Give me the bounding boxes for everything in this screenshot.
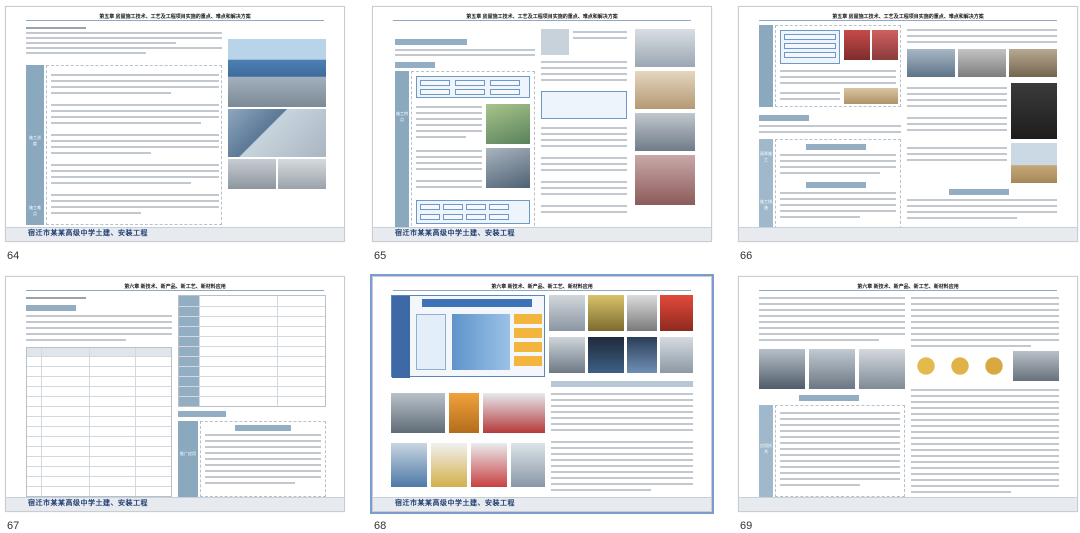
- side-label: 推广应用: [180, 451, 196, 456]
- equipment-photo: [588, 337, 624, 373]
- section-sidebar: [759, 25, 773, 107]
- pipe-sleeve-photo: [1011, 83, 1057, 139]
- section-sidebar: 施工特点: [395, 71, 409, 231]
- campus-aerial-photo: [228, 39, 326, 107]
- tower-crane-photo: [431, 443, 467, 487]
- pipe-photo: [635, 29, 695, 67]
- foundation-photo: [1011, 143, 1057, 183]
- pipe-equipment-photo: [872, 30, 898, 60]
- page-footer: [739, 227, 1077, 241]
- section-sidebar: 施工进度 施工难点: [26, 65, 44, 225]
- page-number: 68: [374, 520, 387, 532]
- gate-photo: [471, 443, 507, 487]
- page-number: 66: [740, 250, 753, 262]
- side-label: 应用技术: [760, 443, 772, 454]
- page-header: 第六章 新技术、新产品、新工艺、新材料应用: [857, 284, 959, 290]
- page-footer: [739, 497, 1077, 511]
- pipe-model-image: [486, 148, 530, 188]
- device-photo: [911, 351, 941, 381]
- footer-text: 宿迁市某某高级中学土建、安装工程: [395, 500, 515, 507]
- device-photo: [979, 351, 1009, 381]
- waterproof-photo: [907, 49, 955, 77]
- page-thumbnail-68[interactable]: 第六章 新技术、新产品、新工艺、新材料应用 宿迁市某某高级中学土建、安装工程 6…: [370, 274, 714, 532]
- technology-table: [178, 295, 326, 407]
- corridor-photo: [635, 71, 695, 109]
- page-number: 65: [374, 250, 387, 262]
- page-footer: 宿迁市某某高级中学土建、安装工程: [373, 227, 711, 241]
- site-photo: [228, 159, 276, 189]
- section-sidebar: 雨季施工 施工措施: [759, 139, 773, 229]
- construction-photo: [809, 349, 855, 389]
- equipment-photo: [627, 337, 657, 373]
- header-rule: [26, 20, 324, 21]
- bim-model-image: [486, 104, 530, 144]
- header-rule: [759, 20, 1057, 21]
- page-header: 第六章 新技术、新产品、新工艺、新材料应用: [491, 284, 593, 290]
- pipe-equipment-photo: [844, 30, 870, 60]
- page-footer: 宿迁市某某高级中学土建、安装工程: [6, 227, 344, 241]
- equipment-photo: [549, 295, 585, 331]
- header-rule: [393, 290, 691, 291]
- footer-text: 宿迁市某某高级中学土建、安装工程: [395, 230, 515, 237]
- formwork-photo: [449, 393, 479, 433]
- page-header: 第五章 房屋施工技术、工艺及工程项目实施的重点、难点和解决方案: [832, 14, 984, 20]
- page-thumbnail-grid: 第五章 房屋施工技术、工艺及工程项目实施的重点、难点和解决方案 施工进度 施工难…: [0, 0, 1080, 533]
- page-header: 第六章 新技术、新产品、新工艺、新材料应用: [124, 284, 226, 290]
- page-footer: 宿迁市某某高级中学土建、安装工程: [373, 497, 711, 511]
- device-photo: [511, 443, 545, 487]
- footer-text: 宿迁市某某高级中学土建、安装工程: [28, 230, 148, 237]
- section-heading-bar: [395, 62, 435, 68]
- side-label: 雨季施工: [760, 151, 772, 162]
- page-thumbnail-65[interactable]: 第五章 房屋施工技术、工艺及工程项目实施的重点、难点和解决方案 施工特点 宿迁市…: [372, 6, 712, 262]
- equipment-photo: [549, 337, 585, 373]
- smart-construction-diagram: [391, 295, 545, 378]
- page-header: 第五章 房屋施工技术、工艺及工程项目实施的重点、难点和解决方案: [466, 14, 618, 20]
- waterproof-photo: [1009, 49, 1057, 77]
- site-photo: [278, 159, 326, 189]
- side-label: 施工措施: [760, 199, 772, 210]
- header-rule: [759, 290, 1057, 291]
- formwork-photo: [483, 393, 545, 433]
- device-photo: [391, 443, 427, 487]
- section-sidebar: 应用技术: [759, 405, 773, 497]
- section-heading-bar: [395, 39, 467, 45]
- header-rule: [393, 20, 691, 21]
- building-photo: [228, 109, 326, 157]
- side-label: 施工进度: [29, 135, 41, 146]
- page-thumbnail-64[interactable]: 第五章 房屋施工技术、工艺及工程项目实施的重点、难点和解决方案 施工进度 施工难…: [5, 6, 345, 262]
- page-thumbnail-69[interactable]: 第六章 新技术、新产品、新工艺、新材料应用 应用技术 69: [738, 276, 1078, 532]
- page-number: 64: [7, 250, 20, 262]
- process-flow-box: [416, 76, 530, 98]
- equipment-photo: [588, 295, 624, 331]
- page-number: 69: [740, 520, 753, 532]
- equipment-photo: [627, 295, 657, 331]
- page-footer: 宿迁市某某高级中学土建、安装工程: [6, 497, 344, 511]
- device-photo: [945, 351, 975, 381]
- plant-room-photo: [635, 113, 695, 151]
- flow-diagram: [541, 91, 627, 119]
- equipment-photo: [660, 295, 693, 331]
- construction-photo: [859, 349, 905, 389]
- page-thumbnail-67[interactable]: 第六章 新技术、新产品、新工艺、新材料应用 推广应用 宿迁市某某高级中学土建、安…: [5, 276, 345, 532]
- equipment-photo: [660, 337, 693, 373]
- scaffold-photo: [391, 393, 445, 433]
- footer-text: 宿迁市某某高级中学土建、安装工程: [28, 500, 148, 507]
- page-number: 67: [7, 520, 20, 532]
- device-photo: [1013, 351, 1059, 381]
- side-label: 施工特点: [396, 111, 408, 122]
- section-heading-bar: [759, 115, 809, 121]
- side-label: 施工难点: [29, 205, 41, 216]
- process-flow-box: [416, 200, 530, 224]
- construction-photo: [759, 349, 805, 389]
- flow-diagram: [780, 30, 840, 64]
- page-thumbnail-66[interactable]: 第五章 房屋施工技术、工艺及工程项目实施的重点、难点和解决方案 雨季施工 施工措…: [738, 6, 1078, 262]
- section-sidebar: 推广应用: [178, 421, 198, 497]
- technology-table: [26, 347, 172, 497]
- header-rule: [26, 290, 324, 291]
- duct-photo: [635, 155, 695, 205]
- waterproof-photo: [958, 49, 1006, 77]
- page-header: 第五章 房屋施工技术、工艺及工程项目实施的重点、难点和解决方案: [99, 14, 251, 20]
